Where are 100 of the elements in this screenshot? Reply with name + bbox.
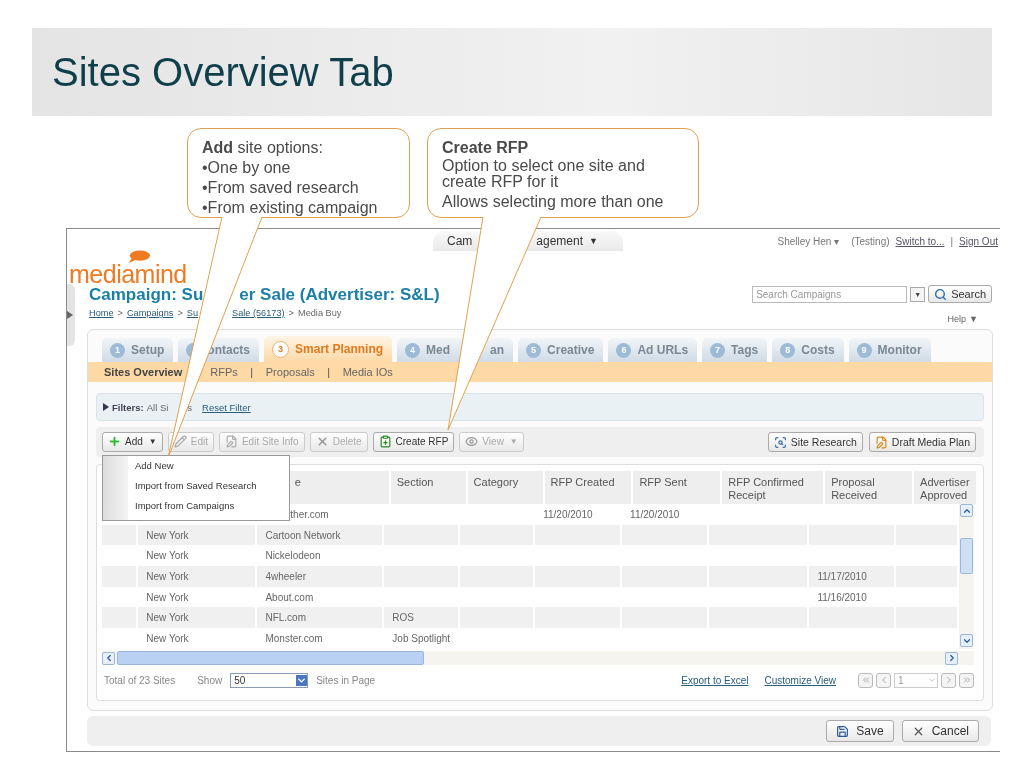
column-header[interactable]: Proposal Received (825, 471, 913, 504)
breadcrumb-separator: > (288, 308, 294, 318)
search-button[interactable]: Search (928, 285, 992, 303)
subnav-link[interactable]: Proposals (265, 366, 315, 378)
column-header[interactable]: Advertiser Approved (914, 471, 976, 504)
step-number: 6 (616, 342, 632, 358)
menu-gutter (103, 455, 128, 520)
breadcrumb-separator: > (177, 308, 183, 318)
document-pencil-icon (874, 435, 888, 449)
tab-label: Ad URLs (637, 343, 689, 357)
next-page-button[interactable] (941, 672, 956, 688)
first-page-button[interactable] (858, 672, 873, 688)
horizontal-scrollbar[interactable] (102, 651, 974, 665)
menu-item[interactable]: Add New (128, 459, 257, 480)
table-cell: 4wheeler (257, 566, 383, 587)
side-handle[interactable] (67, 284, 75, 346)
magnifier-icon (773, 435, 787, 449)
filter-value: All Si (146, 401, 169, 413)
menu-label: agement (536, 234, 584, 248)
callout-bullet: •From saved research (202, 178, 360, 198)
logo-bubble-icon (127, 250, 151, 263)
slide-title: Sites Overview Tab (52, 49, 394, 95)
switch-link[interactable]: Switch to... (895, 235, 945, 247)
page-size-select[interactable]: 50 (230, 672, 309, 688)
eye-icon (465, 435, 479, 449)
breadcrumb-link[interactable]: Sale (56173) (232, 308, 285, 318)
tab-label: Costs (801, 343, 835, 357)
separator: | (950, 235, 954, 247)
subnav-link[interactable]: Media IOs (342, 366, 393, 378)
column-header[interactable]: RFP Created (544, 471, 632, 504)
breadcrumb-separator: > (117, 308, 123, 318)
table-cell: New York (138, 566, 256, 587)
filters-label[interactable]: Filters: (112, 401, 144, 413)
column-header[interactable]: Section (390, 471, 466, 504)
toolbar-button[interactable]: Add ▼ (102, 431, 163, 452)
tab-label: Tags (731, 343, 759, 357)
help-menu[interactable]: Help ▼ (947, 314, 992, 324)
first-icon (860, 675, 871, 685)
table-cell: ROS (384, 607, 458, 629)
menu-item[interactable]: Import from Campaigns (128, 499, 257, 520)
arrow-icon (103, 403, 109, 411)
user-name[interactable]: Shelley Hen ▾ (777, 235, 840, 247)
tab-label: Setup (131, 343, 165, 357)
save-icon (836, 724, 850, 738)
callout-bullet: •One by one (202, 158, 292, 178)
delete-icon (315, 435, 329, 449)
step-number: 3 (272, 340, 290, 358)
show-label: Show (197, 674, 223, 686)
dropdown-icon (296, 674, 308, 686)
caret-icon: ▼ (589, 236, 598, 246)
column-header[interactable]: Category (467, 471, 543, 504)
scroll-thumb[interactable] (117, 651, 424, 665)
previous-page-button[interactable] (876, 672, 891, 688)
table-cell: New York (138, 607, 256, 629)
step-number: 1 (110, 342, 125, 358)
last-page-button[interactable] (959, 672, 974, 688)
clipboard-icon (378, 435, 392, 449)
scroll-thumb[interactable] (960, 538, 973, 574)
column-header[interactable]: RFP Sent (633, 471, 721, 504)
callout-heading: Add site options: (202, 138, 324, 158)
save-button[interactable]: Save (826, 720, 894, 742)
tab-label: Monitor (877, 343, 922, 357)
toolbar-button[interactable]: Draft Media Plan (868, 432, 976, 452)
tab-label: an (490, 343, 505, 357)
document-pencil-icon (224, 435, 238, 449)
breadcrumb-link[interactable]: Home (89, 308, 114, 318)
breadcrumb-link[interactable]: Campaigns (126, 308, 174, 318)
vertical-scrollbar[interactable] (959, 504, 974, 649)
step-number: 8 (780, 342, 796, 358)
total-count: Total of 23 Sites (104, 674, 176, 686)
tab-label: Creative (547, 343, 595, 357)
separator: | (249, 366, 255, 378)
export-link[interactable]: Export to Excel (681, 674, 749, 686)
search-icon (934, 287, 948, 301)
tab-label: Smart Planning (295, 342, 384, 356)
table-cell: NFL.com (257, 607, 383, 629)
page-size-label: Sites in Page (316, 674, 376, 686)
customize-link[interactable]: Customize View (764, 674, 836, 686)
column-header[interactable]: RFP Confirmed Receipt (722, 471, 824, 504)
toolbar-button[interactable]: Site Research (767, 432, 863, 452)
filter-value: s (187, 401, 193, 413)
menu-item[interactable]: Import from Saved Research (128, 479, 257, 500)
arrow-icon (67, 311, 73, 319)
table-cell: 11/17/2010 (809, 566, 895, 587)
step-number: 9 (856, 342, 872, 358)
subnav-link[interactable]: RFPs (210, 366, 238, 378)
step-number: 5 (526, 342, 542, 358)
last-icon (961, 675, 972, 685)
cancel-button[interactable]: Cancel (901, 720, 979, 742)
sign-out-link[interactable]: Sign Out (959, 235, 998, 247)
callout-text: Allows selecting more than one (442, 194, 665, 210)
dropdown-icon (927, 675, 937, 685)
campaign-title: er Sale (Advertiser: S&L) (239, 285, 440, 305)
breadcrumb-link[interactable]: Su (186, 308, 198, 318)
toolbar-button[interactable]: Create RFP (372, 431, 455, 452)
breadcrumb-text: Media Buy (298, 308, 342, 318)
step-number: 7 (710, 342, 726, 358)
tab-label: Med (426, 343, 451, 357)
reset-filter-link[interactable]: Reset Filter (202, 401, 251, 413)
subnav-link[interactable]: Sites Overview (104, 366, 183, 378)
